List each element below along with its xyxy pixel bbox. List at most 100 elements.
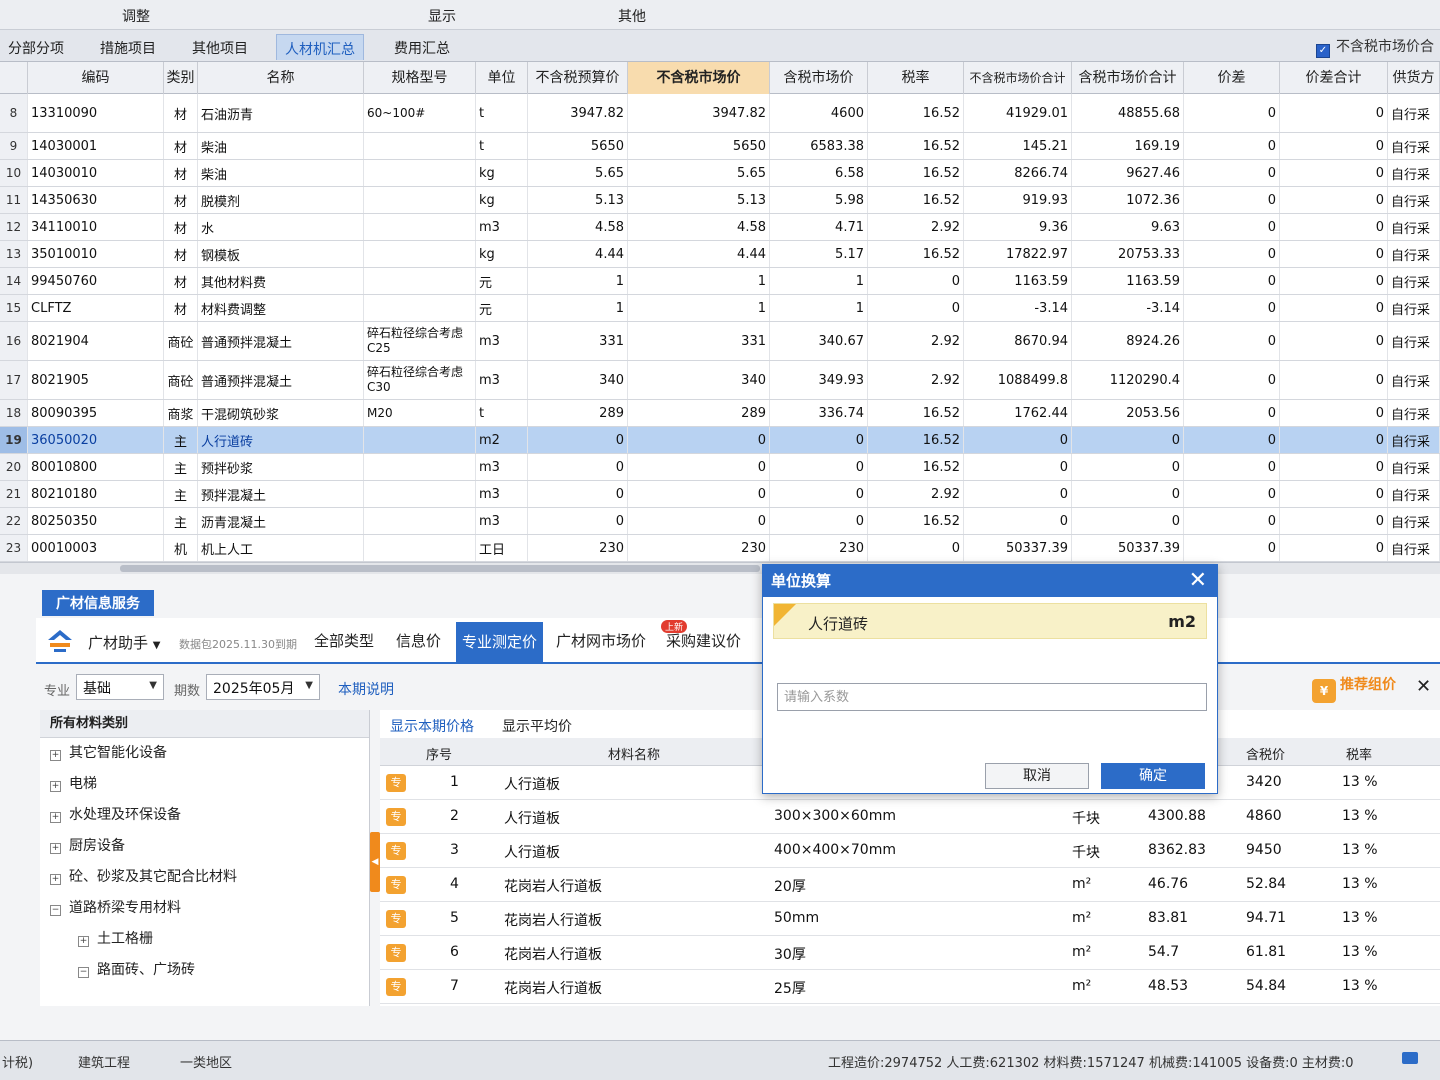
expand-icon[interactable]: +: [50, 843, 61, 854]
cell-budget-price[interactable]: 0: [528, 508, 628, 534]
cell-market-price[interactable]: 5650: [628, 133, 770, 159]
cell-price-diff[interactable]: 0: [1184, 322, 1280, 360]
cell-budget-price[interactable]: 0: [528, 481, 628, 507]
cell-budget-price[interactable]: 5.13: [528, 187, 628, 213]
cell-spec[interactable]: [364, 268, 476, 294]
cell-tax-rate[interactable]: 2.92: [868, 214, 964, 240]
list-item[interactable]: 专 3 人行道板 400×400×70mm 千块 8362.83 9450 13 %: [380, 834, 1440, 868]
row-number[interactable]: 15: [0, 295, 28, 321]
cell-spec[interactable]: 碎石粒径综合考虑 C30: [364, 361, 476, 399]
cell-price-diff-total[interactable]: 0: [1280, 214, 1388, 240]
cell-tax-rate[interactable]: 0: [868, 295, 964, 321]
table-row[interactable]: 18 80090395 商浆 干混砌筑砂浆 M20 t 289 289 336.74 16.52 1…: [0, 400, 1440, 427]
cell-tax-market-price[interactable]: 6.58: [770, 160, 868, 186]
cell-supplier[interactable]: 自行采: [1388, 322, 1440, 360]
cell-tax-rate[interactable]: 16.52: [868, 94, 964, 132]
major-select[interactable]: 基础 ▼: [76, 674, 164, 700]
cell-unit[interactable]: 元: [476, 268, 528, 294]
cell-price-diff-total[interactable]: 0: [1280, 400, 1388, 426]
header-unit[interactable]: 单位: [476, 62, 528, 94]
table-row[interactable]: 13 35010010 材钢模板 kg 4.44 4.44 5.17 16.52 17822.9…: [0, 241, 1440, 268]
cell-price-diff-total[interactable]: 0: [1280, 322, 1388, 360]
close-icon[interactable]: ✕: [1416, 676, 1431, 697]
cell-spec[interactable]: [364, 295, 476, 321]
cell-tax-rate[interactable]: 16.52: [868, 427, 964, 453]
cell-market-price[interactable]: 3947.82: [628, 94, 770, 132]
tab-sub-items[interactable]: 分部分项: [0, 34, 72, 60]
table-row[interactable]: 23 00010003 机机上人工 工日 230 230 230 0 50337.39 50337…: [0, 535, 1440, 562]
cell-unit[interactable]: m2: [476, 427, 528, 453]
cell-price-diff[interactable]: 0: [1184, 454, 1280, 480]
cell-type[interactable]: 商浆: [164, 400, 198, 426]
cell-code[interactable]: 14030010: [28, 160, 164, 186]
cell-market-price[interactable]: 4.58: [628, 214, 770, 240]
cell-tax-market-total[interactable]: 1072.36: [1072, 187, 1184, 213]
cell-market-total[interactable]: 0: [964, 508, 1072, 534]
collapse-icon[interactable]: −: [78, 967, 89, 978]
expand-icon[interactable]: +: [50, 812, 61, 823]
cell-tax-market-total[interactable]: 1163.59: [1072, 268, 1184, 294]
row-number[interactable]: 10: [0, 160, 28, 186]
cell-code[interactable]: 80210180: [28, 481, 164, 507]
cell-unit[interactable]: kg: [476, 241, 528, 267]
category-item[interactable]: − 路面砖、广场砖: [40, 955, 369, 986]
table-row[interactable]: 8 13310090 材石油沥青 60~100# t 3947.82 3947.82 4600…: [0, 94, 1440, 133]
cell-code[interactable]: 8021904: [28, 322, 164, 360]
cell-spec[interactable]: 碎石粒径综合考虑 C25: [364, 322, 476, 360]
cell-tax-market-total[interactable]: 50337.39: [1072, 535, 1184, 561]
cell-supplier[interactable]: 自行采: [1388, 427, 1440, 453]
cell-tax-market-price[interactable]: 0: [770, 508, 868, 534]
row-number[interactable]: 8: [0, 94, 28, 132]
cell-name[interactable]: 预拌砂浆: [198, 454, 364, 480]
cell-budget-price[interactable]: 4.44: [528, 241, 628, 267]
tab-current-period-price[interactable]: 显示本期价格: [390, 716, 474, 736]
tab-average-price[interactable]: 显示平均价: [502, 716, 572, 736]
recommend-price-button[interactable]: ¥ 推荐组价: [1312, 674, 1396, 704]
cell-type[interactable]: 材: [164, 268, 198, 294]
cell-type[interactable]: 主: [164, 454, 198, 480]
row-number[interactable]: 22: [0, 508, 28, 534]
cell-market-total[interactable]: 1762.44: [964, 400, 1072, 426]
cell-market-total[interactable]: 0: [964, 481, 1072, 507]
tab-info-price[interactable]: 信息价: [396, 630, 441, 651]
cell-market-price[interactable]: 1: [628, 295, 770, 321]
cell-unit[interactable]: m3: [476, 508, 528, 534]
header-tax-rate[interactable]: 税率: [868, 62, 964, 94]
table-row[interactable]: 16 8021904 商砼 普通预拌混凝土 碎石粒径综合考虑 C25 m3 331 331 34…: [0, 322, 1440, 361]
tab-market-price[interactable]: 广材网市场价: [556, 630, 646, 651]
collapse-icon[interactable]: −: [50, 905, 61, 916]
cell-name[interactable]: 石油沥青: [198, 94, 364, 132]
cell-tax-market-total[interactable]: 1120290.4: [1072, 361, 1184, 399]
table-row[interactable]: 12 34110010 材水 m3 4.58 4.58 4.71 2.92 9.36 9.63 0 0…: [0, 214, 1440, 241]
header-code[interactable]: 编码: [28, 62, 164, 94]
category-item[interactable]: − 道路桥梁专用材料: [40, 893, 369, 924]
cell-spec[interactable]: [364, 241, 476, 267]
cell-unit[interactable]: m3: [476, 454, 528, 480]
cell-price-diff[interactable]: 0: [1184, 133, 1280, 159]
cell-code[interactable]: 34110010: [28, 214, 164, 240]
expand-icon[interactable]: +: [78, 936, 89, 947]
row-number[interactable]: 18: [0, 400, 28, 426]
cell-price-diff-total[interactable]: 0: [1280, 295, 1388, 321]
header-type[interactable]: 类别: [164, 62, 198, 94]
cell-unit[interactable]: m3: [476, 361, 528, 399]
cell-price-diff-total[interactable]: 0: [1280, 361, 1388, 399]
cell-market-total[interactable]: 9.36: [964, 214, 1072, 240]
cell-price-diff-total[interactable]: 0: [1280, 481, 1388, 507]
category-item[interactable]: + 砼、砂浆及其它配合比材料: [40, 862, 369, 893]
cell-price-diff[interactable]: 0: [1184, 400, 1280, 426]
cell-price-diff[interactable]: 0: [1184, 427, 1280, 453]
category-item[interactable]: + 水处理及环保设备: [40, 800, 369, 831]
cell-budget-price[interactable]: 0: [528, 427, 628, 453]
cell-name[interactable]: 柴油: [198, 133, 364, 159]
table-row[interactable]: 10 14030010 材柴油 kg 5.65 5.65 6.58 16.52 8266.74 9…: [0, 160, 1440, 187]
cell-name[interactable]: 水: [198, 214, 364, 240]
cell-price-diff-total[interactable]: 0: [1280, 508, 1388, 534]
grid-horizontal-scrollbar[interactable]: [0, 562, 1440, 574]
cell-unit[interactable]: m3: [476, 214, 528, 240]
cell-market-price[interactable]: 5.65: [628, 160, 770, 186]
cell-code[interactable]: 8021905: [28, 361, 164, 399]
cell-price-diff[interactable]: 0: [1184, 268, 1280, 294]
header-spec[interactable]: 规格型号: [364, 62, 476, 94]
row-number[interactable]: 12: [0, 214, 28, 240]
